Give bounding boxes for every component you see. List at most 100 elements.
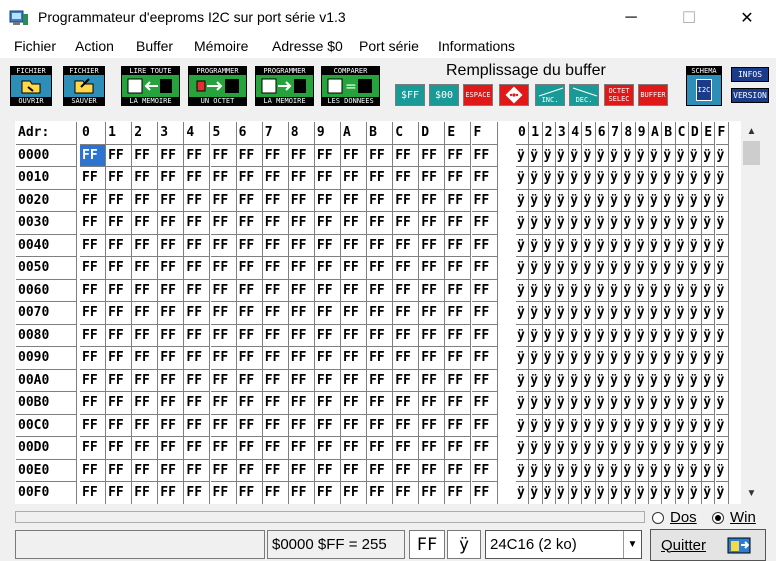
ascii-char-cell[interactable]: ÿ — [609, 302, 623, 325]
ascii-char-cell[interactable]: ÿ — [702, 144, 716, 167]
hex-byte-cell[interactable]: FF — [262, 437, 289, 460]
ascii-char-cell[interactable]: ÿ — [542, 347, 556, 370]
hex-byte-cell[interactable]: FF — [210, 369, 237, 392]
ascii-char-cell[interactable]: ÿ — [555, 234, 570, 257]
ascii-char-cell[interactable]: ÿ — [529, 302, 543, 325]
hex-byte-cell[interactable]: FF — [236, 234, 263, 257]
hex-byte-cell[interactable]: FF — [158, 189, 185, 212]
hex-byte-cell[interactable]: FF — [419, 302, 446, 325]
ascii-char-cell[interactable]: ÿ — [649, 302, 663, 325]
hex-byte-cell[interactable]: FF — [132, 369, 159, 392]
hex-byte-cell[interactable]: FF — [288, 392, 315, 415]
hex-byte-cell[interactable]: FF — [158, 369, 185, 392]
ascii-char-cell[interactable]: ÿ — [542, 167, 556, 190]
scroll-up-arrow-icon[interactable]: ▲ — [741, 123, 762, 140]
ascii-char-cell[interactable]: ÿ — [609, 234, 623, 257]
hex-byte-cell[interactable]: FF — [106, 414, 133, 437]
hex-byte-cell[interactable]: FF — [314, 437, 341, 460]
hex-byte-cell[interactable]: FF — [210, 144, 237, 167]
hex-byte-cell[interactable]: FF — [80, 279, 107, 302]
ascii-char-cell[interactable]: ÿ — [542, 257, 556, 280]
ascii-char-cell[interactable]: ÿ — [582, 482, 596, 504]
ascii-char-cell[interactable]: ÿ — [635, 392, 649, 415]
hex-byte-cell[interactable]: FF — [210, 324, 237, 347]
hex-byte-cell[interactable]: FF — [158, 347, 185, 370]
ascii-char-cell[interactable]: ÿ — [688, 369, 703, 392]
ascii-char-cell[interactable]: ÿ — [675, 392, 689, 415]
menu-adresse[interactable]: Adresse $0 — [272, 38, 343, 54]
fill-00-button[interactable]: $00 — [429, 84, 459, 106]
hex-byte-cell[interactable]: FF — [106, 302, 133, 325]
ascii-char-cell[interactable]: ÿ — [529, 144, 543, 167]
hex-byte-cell[interactable]: FF — [80, 347, 107, 370]
ascii-char-cell[interactable]: ÿ — [702, 302, 716, 325]
hex-byte-cell[interactable]: FF — [158, 144, 185, 167]
hex-byte-cell[interactable]: FF — [210, 189, 237, 212]
ascii-char-cell[interactable]: ÿ — [688, 234, 703, 257]
hex-byte-cell[interactable]: FF — [445, 324, 472, 347]
hex-byte-cell[interactable]: FF — [341, 279, 368, 302]
hex-byte-cell[interactable]: FF — [80, 302, 107, 325]
ascii-char-cell[interactable]: ÿ — [715, 369, 729, 392]
hex-byte-cell[interactable]: FF — [236, 257, 263, 280]
ascii-char-cell[interactable]: ÿ — [569, 482, 583, 504]
ascii-char-cell[interactable]: ÿ — [715, 167, 729, 190]
vertical-scrollbar[interactable]: ▲ ▼ — [741, 121, 762, 504]
hex-byte-cell[interactable]: FF — [471, 347, 498, 370]
hex-byte-cell[interactable]: FF — [341, 414, 368, 437]
ascii-char-cell[interactable]: ÿ — [582, 347, 596, 370]
ascii-char-cell[interactable]: ÿ — [529, 392, 543, 415]
ascii-char-cell[interactable]: ÿ — [516, 302, 530, 325]
ascii-char-cell[interactable]: ÿ — [649, 369, 663, 392]
hex-byte-cell[interactable]: FF — [236, 324, 263, 347]
ascii-char-cell[interactable]: ÿ — [662, 302, 676, 325]
hex-byte-cell[interactable]: FF — [80, 414, 107, 437]
ascii-char-cell[interactable]: ÿ — [702, 482, 716, 504]
ascii-char-cell[interactable]: ÿ — [715, 189, 729, 212]
hex-byte-cell[interactable]: FF — [132, 234, 159, 257]
ascii-char-cell[interactable]: ÿ — [675, 189, 689, 212]
ascii-char-cell[interactable]: ÿ — [516, 167, 530, 190]
hex-byte-cell[interactable]: FF — [132, 414, 159, 437]
status-char-field[interactable]: ÿ — [447, 530, 481, 559]
ascii-char-cell[interactable]: ÿ — [702, 459, 716, 482]
hex-byte-cell[interactable]: FF — [262, 324, 289, 347]
hex-byte-cell[interactable]: FF — [341, 302, 368, 325]
hex-byte-cell[interactable]: FF — [445, 189, 472, 212]
ascii-char-cell[interactable]: ÿ — [649, 482, 663, 504]
hex-byte-cell[interactable]: FF — [262, 369, 289, 392]
ascii-char-cell[interactable]: ÿ — [595, 302, 610, 325]
hex-byte-cell[interactable]: FF — [367, 437, 394, 460]
hex-byte-cell[interactable]: FF — [367, 414, 394, 437]
ascii-char-cell[interactable]: ÿ — [595, 414, 610, 437]
hex-byte-cell[interactable]: FF — [471, 257, 498, 280]
hex-byte-cell[interactable]: FF — [288, 347, 315, 370]
ascii-char-cell[interactable]: ÿ — [715, 212, 729, 235]
ascii-char-cell[interactable]: ÿ — [609, 414, 623, 437]
ascii-char-cell[interactable]: ÿ — [569, 392, 583, 415]
ascii-char-cell[interactable]: ÿ — [622, 392, 636, 415]
ascii-char-cell[interactable]: ÿ — [662, 167, 676, 190]
ascii-char-cell[interactable]: ÿ — [715, 459, 729, 482]
compare-button[interactable]: COMPARER = LES DONNEES — [321, 66, 380, 106]
ascii-char-cell[interactable]: ÿ — [555, 257, 570, 280]
chevron-down-icon[interactable]: ▼ — [623, 531, 641, 558]
hex-byte-cell[interactable]: FF — [106, 369, 133, 392]
ascii-char-cell[interactable]: ÿ — [542, 234, 556, 257]
hex-byte-cell[interactable]: FF — [262, 482, 289, 504]
hex-byte-cell[interactable]: FF — [132, 144, 159, 167]
hex-byte-cell[interactable]: FF — [106, 234, 133, 257]
hex-byte-cell[interactable]: FF — [393, 257, 420, 280]
ascii-char-cell[interactable]: ÿ — [688, 347, 703, 370]
ascii-char-cell[interactable]: ÿ — [635, 459, 649, 482]
hex-byte-cell[interactable]: FF — [393, 189, 420, 212]
chip-select[interactable]: 24C16 (2 ko) ▼ — [485, 530, 642, 559]
read-all-button[interactable]: LIRE TOUTE LA MEMOIRE — [121, 66, 180, 106]
ascii-char-cell[interactable]: ÿ — [516, 347, 530, 370]
ascii-char-cell[interactable]: ÿ — [675, 144, 689, 167]
ascii-char-cell[interactable]: ÿ — [529, 482, 543, 504]
ascii-char-cell[interactable]: ÿ — [542, 392, 556, 415]
close-button[interactable]: ✕ — [718, 0, 776, 36]
ascii-char-cell[interactable]: ÿ — [542, 144, 556, 167]
ascii-char-cell[interactable]: ÿ — [702, 414, 716, 437]
